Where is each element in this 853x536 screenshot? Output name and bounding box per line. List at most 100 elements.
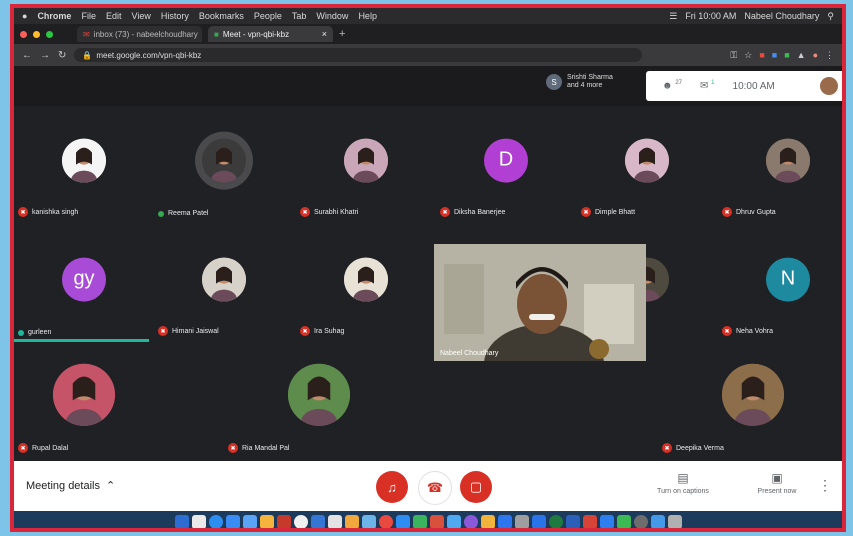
menu-edit[interactable]: Edit [106,11,122,21]
camera-off-icon: ▢ [469,479,483,494]
menu-window[interactable]: Window [316,11,348,21]
dock-app-icon[interactable] [429,514,444,528]
dock-app-icon[interactable] [225,514,240,528]
participant-initial-avatar: D [484,138,528,183]
star-icon[interactable]: ☆ [744,50,752,61]
dock-app-icon[interactable] [412,514,427,528]
mic-muted-icon: ✖ [228,443,238,453]
dock-app-icon[interactable] [259,514,274,528]
tab-inbox[interactable]: ✉ inbox (73) - nabeelchoudhary × [77,26,202,42]
participant-name-label: ✖ Ira Suhag [300,326,344,336]
dock-app-icon[interactable] [463,514,478,528]
dock-app-icon[interactable] [480,514,495,528]
menubar-time[interactable]: Fri 10:00 AM [685,11,736,22]
menu-help[interactable]: Help [358,11,377,21]
extension-green-icon[interactable]: ■ [784,50,789,61]
dock-app-icon[interactable] [242,514,257,528]
present-now-button[interactable]: ▣ Present now [742,471,812,495]
meeting-details-button[interactable]: Meeting details ⌃ [26,479,115,493]
menubar-user[interactable]: Nabeel Choudhary [744,11,819,22]
dock-app-icon[interactable] [616,514,631,528]
menu-bookmarks[interactable]: Bookmarks [199,11,244,21]
dock-app-icon[interactable] [208,514,223,528]
participant-tile[interactable]: ✖ Ria Mandal Pal [224,342,414,459]
mic-muted-icon: ✖ [300,207,310,217]
close-tab-icon[interactable]: × [322,29,327,39]
participant-tile[interactable]: ✖ Surabhi Khatri [296,106,436,223]
menu-app[interactable]: Chrome [37,11,71,21]
participant-tile[interactable]: gy gurleen [14,225,154,342]
dock-app-icon[interactable] [548,514,563,528]
dock-app-icon[interactable] [293,514,308,528]
dock-app-icon[interactable] [650,514,665,528]
hang-up-button[interactable]: ☎ [418,471,452,505]
mic-toggle-button[interactable]: ♫ [376,471,408,503]
forward-icon[interactable]: → [40,50,50,61]
more-options-icon[interactable]: ⋮ [818,477,832,494]
new-tab-icon[interactable]: + [339,28,345,40]
menu-file[interactable]: File [81,11,96,21]
puzzle-icon[interactable]: ▲ [797,50,806,61]
dock-app-icon[interactable] [531,514,546,528]
menu-tab[interactable]: Tab [292,11,307,21]
chat-button[interactable]: ✉ 1 [700,80,715,91]
dock-app-icon[interactable] [174,514,189,528]
extension-blue-icon[interactable]: ■ [772,50,777,61]
participant-tile[interactable]: ✖ Ira Suhag [296,225,436,342]
address-bar-row: ← → ↻ 🔒 meet.google.com/vpn-qbi-kbz ⚿ ☆ … [14,44,842,66]
self-video-tile[interactable]: Nabeel Choudhary [434,244,646,361]
participant-tile[interactable]: ✖ Deepika Verma [658,342,842,459]
extension-red-icon[interactable]: ■ [759,50,764,61]
participant-tile[interactable]: ✖ Rupal Dalal [14,342,154,459]
dock-app-icon[interactable] [344,514,359,528]
participants-button[interactable]: ☻ 27 [662,80,682,91]
self-avatar[interactable] [820,77,838,95]
wifi-icon[interactable]: ☰ [669,11,677,22]
presenter-info[interactable]: S Srishti Sharma and 4 more [546,74,619,90]
participant-tile[interactable]: ✖ Dimple Bhatt [577,106,717,223]
dock-app-icon[interactable] [276,514,291,528]
gmail-icon: ✉ [83,29,90,39]
dock-app-icon[interactable] [582,514,597,528]
dock-app-icon[interactable] [191,514,206,528]
menu-people[interactable]: People [254,11,282,21]
reload-icon[interactable]: ↻ [58,50,66,61]
dock-app-icon[interactable] [361,514,376,528]
menu-dots-icon[interactable]: ⋮ [825,50,834,61]
apple-icon[interactable]: ● [22,11,27,21]
dock-app-icon[interactable] [565,514,580,528]
meet-icon: ■ [214,29,219,39]
participant-tile[interactable]: ✖ kanishka singh [14,106,154,223]
dock-app-icon[interactable] [378,514,393,528]
search-icon[interactable]: ⚲ [827,11,834,22]
dock-app-icon[interactable] [599,514,614,528]
participant-name-label: Reema Patel [158,210,208,217]
close-window-icon[interactable] [20,30,27,38]
dock-app-icon[interactable] [310,514,325,528]
tab-meet[interactable]: ■ Meet - vpn-qbi-kbz × [208,26,333,42]
dock-app-icon[interactable] [497,514,512,528]
dock-app-icon[interactable] [395,514,410,528]
dock-app-icon[interactable] [633,514,648,528]
key-icon[interactable]: ⚿ [730,50,737,61]
minimize-window-icon[interactable] [33,30,40,38]
dock-app-icon[interactable] [667,514,682,528]
captions-button[interactable]: ▤ Turn on captions [648,471,718,495]
participant-tile[interactable]: ✖ Himani Jaiswal [154,225,294,342]
participant-tile[interactable]: D ✖ Diksha Banerjee [436,106,576,223]
url-field[interactable]: 🔒 meet.google.com/vpn-qbi-kbz [74,48,643,62]
participant-tile[interactable]: Reema Patel [154,106,294,223]
menu-view[interactable]: View [131,11,150,21]
participant-name-label: ✖ Neha Vohra [722,326,773,336]
participant-tile[interactable]: N ✖ Neha Vohra [718,225,842,342]
profile-icon[interactable]: ● [813,50,818,61]
dock-app-icon[interactable] [327,514,342,528]
dock-app-icon[interactable] [514,514,529,528]
maximize-window-icon[interactable] [46,30,53,38]
captions-label: Turn on captions [657,488,709,495]
back-icon[interactable]: ← [22,50,32,61]
menu-history[interactable]: History [161,11,189,21]
participant-tile[interactable]: ✖ Dhruv Gupta [718,106,842,223]
dock-app-icon[interactable] [446,514,461,528]
camera-toggle-button[interactable]: ▢ [460,471,492,503]
